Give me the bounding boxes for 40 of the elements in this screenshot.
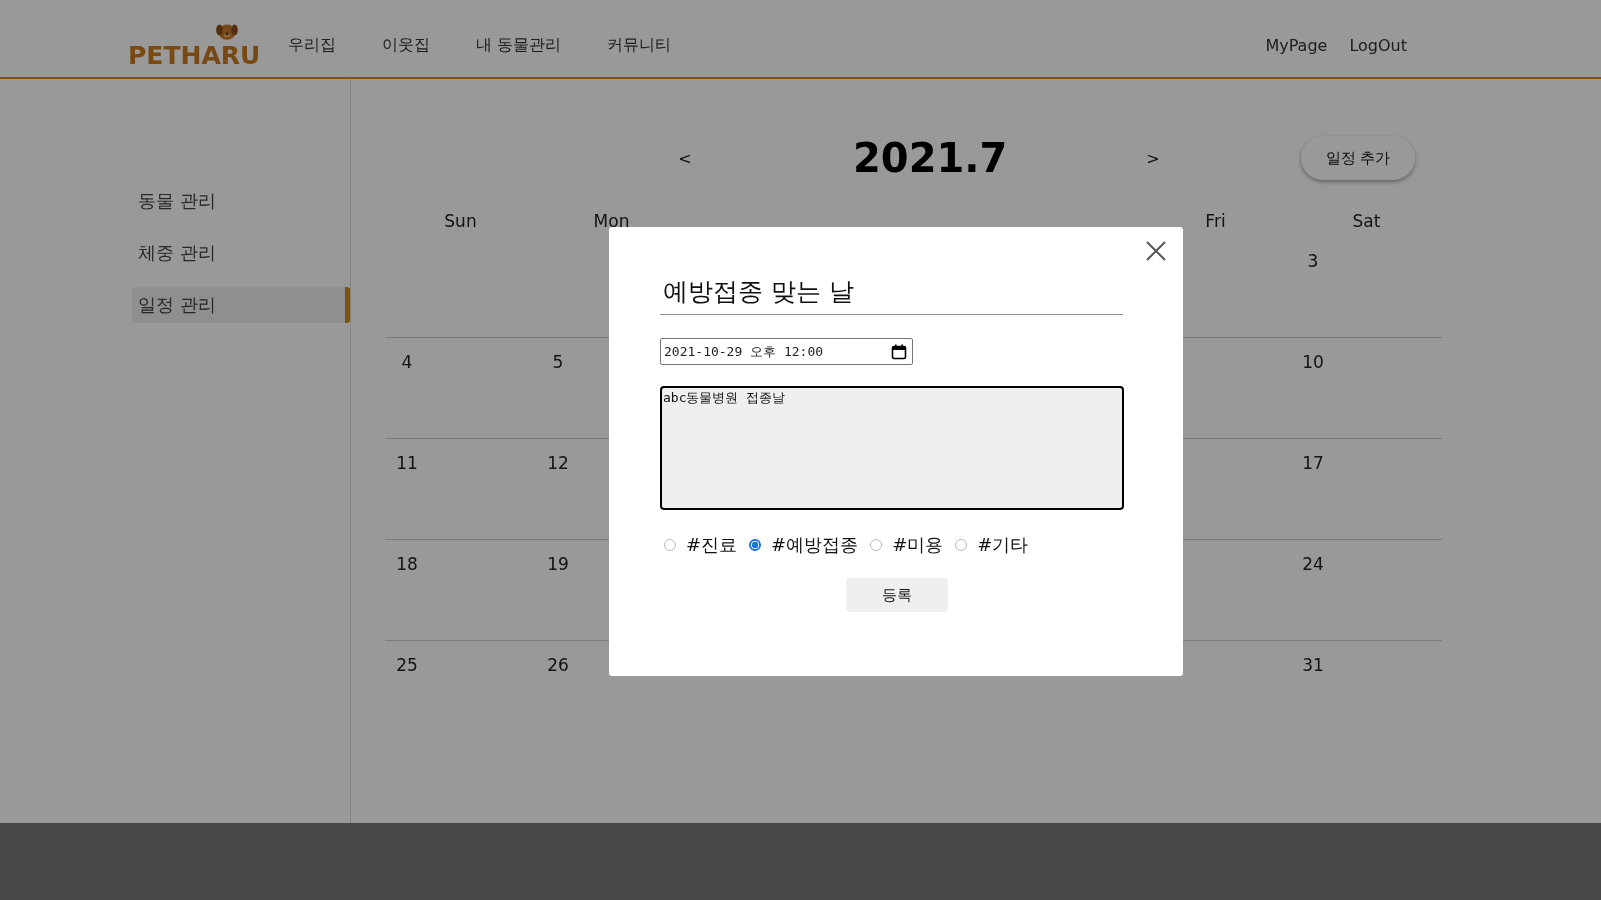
weekday-label: Sat bbox=[1351, 211, 1382, 233]
sidebar-item[interactable]: 일정 관리 bbox=[132, 287, 350, 323]
previous-month-button[interactable]: < bbox=[675, 148, 695, 168]
memo-field[interactable]: abc동물병원 접종날 bbox=[660, 386, 1124, 510]
category-label[interactable]: #진료 bbox=[686, 533, 738, 557]
category-label[interactable]: #예방접종 bbox=[771, 533, 859, 557]
date-number[interactable]: 4 bbox=[395, 352, 419, 372]
register-button[interactable]: 등록 bbox=[846, 578, 948, 612]
category-label[interactable]: #기타 bbox=[977, 533, 1029, 557]
date-number[interactable]: 10 bbox=[1301, 352, 1325, 372]
category-label[interactable]: #미용 bbox=[892, 533, 944, 557]
date-number[interactable]: 3 bbox=[1301, 251, 1325, 271]
weekday-label: Fri bbox=[1204, 211, 1227, 233]
sidebar-item[interactable]: 동물 관리 bbox=[132, 183, 350, 219]
close-icon[interactable] bbox=[1146, 241, 1166, 261]
calendar-icon[interactable] bbox=[891, 343, 907, 360]
datetime-field[interactable]: 2021-10-29 오후 12:00 bbox=[660, 338, 913, 365]
date-number[interactable]: 12 bbox=[546, 453, 570, 473]
nav-link[interactable]: 커뮤니티 bbox=[607, 35, 672, 56]
date-number[interactable]: 18 bbox=[395, 554, 419, 574]
radio-button[interactable] bbox=[749, 539, 762, 551]
date-number[interactable]: 31 bbox=[1301, 655, 1325, 675]
header-link[interactable]: LogOut bbox=[1349, 36, 1407, 55]
date-number[interactable]: 24 bbox=[1301, 554, 1325, 574]
date-number[interactable]: 19 bbox=[546, 554, 570, 574]
month-title: 2021.7 bbox=[853, 135, 1003, 181]
weekday-label: Mon bbox=[592, 211, 631, 233]
sidebar-item[interactable]: 체중 관리 bbox=[132, 235, 350, 271]
nav-link[interactable]: 내 동물관리 bbox=[476, 35, 562, 56]
add-schedule-button[interactable]: 일정 추가 bbox=[1301, 136, 1415, 180]
next-month-button[interactable]: > bbox=[1143, 148, 1163, 168]
date-number[interactable]: 17 bbox=[1301, 453, 1325, 473]
date-number[interactable]: 11 bbox=[395, 453, 419, 473]
date-number[interactable]: 5 bbox=[546, 352, 570, 372]
date-number[interactable]: 25 bbox=[395, 655, 419, 675]
date-number[interactable]: 26 bbox=[546, 655, 570, 675]
nav-link[interactable]: 이웃집 bbox=[382, 35, 431, 56]
weekday-label: Sun bbox=[443, 211, 478, 233]
header-link[interactable]: MyPage bbox=[1265, 36, 1328, 55]
nav-link[interactable]: 우리집 bbox=[288, 35, 337, 56]
